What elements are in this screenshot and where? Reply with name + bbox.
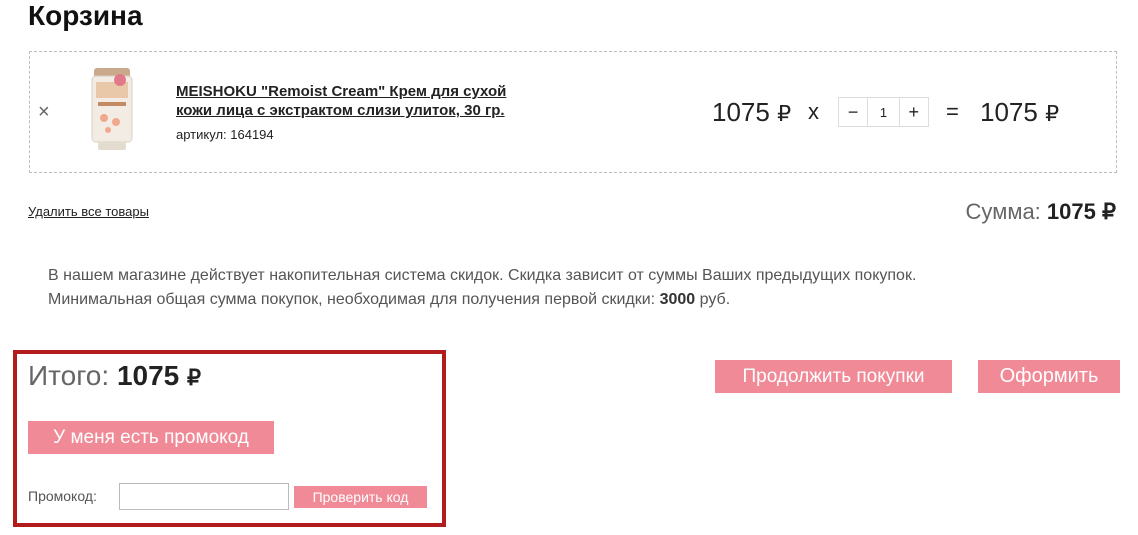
- ruble-icon: ₽: [187, 365, 202, 390]
- sum-label: Сумма:: [965, 199, 1041, 224]
- ruble-icon: ₽: [1045, 101, 1060, 126]
- have-promo-code-button[interactable]: У меня есть промокод: [28, 421, 274, 454]
- increase-quantity-button[interactable]: +: [900, 98, 928, 126]
- notice-line2-suffix: руб.: [699, 291, 731, 308]
- checkout-button[interactable]: Оформить: [978, 360, 1120, 393]
- sum-value: 1075: [1046, 199, 1096, 224]
- total-label: Итого:: [28, 360, 110, 391]
- quantity-stepper: − 1 +: [838, 97, 929, 127]
- product-thumbnail[interactable]: [88, 68, 136, 152]
- line-total: 1075 ₽: [980, 97, 1059, 129]
- notice-line2-prefix: Минимальная общая сумма покупок, необход…: [48, 291, 656, 308]
- continue-shopping-button[interactable]: Продолжить покупки: [715, 360, 952, 393]
- promo-code-label: Промокод:: [28, 488, 97, 504]
- multiply-sign: x: [808, 99, 819, 124]
- equals-sign: =: [946, 99, 959, 124]
- product-name-line2[interactable]: кожи лица с экстрактом слизи улиток, 30 …: [176, 101, 556, 120]
- cart-sum: Сумма: 1075 ₽: [966, 198, 1116, 226]
- check-code-button[interactable]: Проверить код: [294, 486, 427, 508]
- unit-price-value: 1075: [712, 97, 770, 127]
- decrease-quantity-button[interactable]: −: [839, 98, 867, 126]
- notice-line1: В нашем магазине действует накопительная…: [48, 267, 917, 284]
- delete-all-link[interactable]: Удалить все товары: [28, 204, 149, 219]
- product-sku: артикул: 164194: [176, 127, 274, 142]
- product-name-line1[interactable]: MEISHOKU "Remoist Cream" Крем для сухой: [176, 82, 556, 101]
- sku-value: 164194: [230, 127, 274, 142]
- promo-code-input[interactable]: [119, 483, 289, 510]
- line-total-value: 1075: [980, 97, 1038, 127]
- order-total: Итого: 1075 ₽: [28, 359, 201, 395]
- remove-item-icon[interactable]: ×: [38, 101, 50, 123]
- product-name-link[interactable]: MEISHOKU "Remoist Cream" Крем для сухой …: [176, 82, 556, 120]
- page-title: Корзина: [28, 0, 143, 31]
- total-value: 1075: [116, 360, 180, 391]
- sku-label: артикул:: [176, 127, 227, 142]
- ruble-icon: ₽: [777, 101, 792, 126]
- notice-line2: Минимальная общая сумма покупок, необход…: [48, 288, 1108, 312]
- discount-notice: В нашем магазине действует накопительная…: [48, 264, 1108, 312]
- ruble-icon: ₽: [1102, 199, 1116, 224]
- unit-price: 1075 ₽: [712, 97, 791, 129]
- notice-amount: 3000: [659, 291, 696, 308]
- quantity-value[interactable]: 1: [867, 98, 900, 126]
